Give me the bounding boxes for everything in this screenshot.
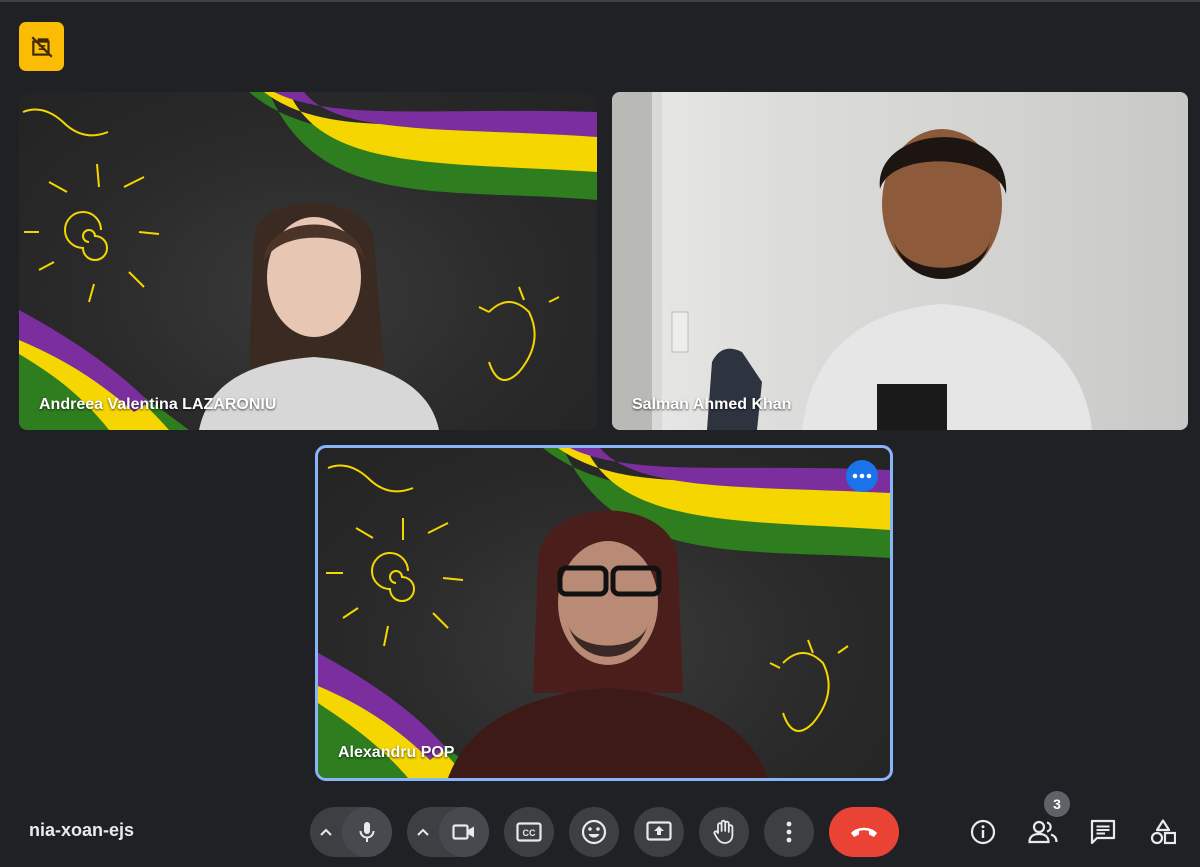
people-icon [1028, 820, 1058, 844]
no-recording-icon [30, 35, 53, 58]
info-icon [970, 819, 996, 845]
chat-icon [1090, 819, 1116, 845]
microphone-control [310, 807, 392, 857]
leave-call-button[interactable] [829, 807, 899, 857]
captions-icon: CC [516, 822, 542, 842]
participant-video [448, 510, 768, 778]
chevron-up-icon [417, 828, 429, 836]
camera-button[interactable] [439, 807, 489, 857]
activities-icon [1150, 819, 1176, 845]
microphone-icon [359, 822, 375, 842]
participant-tile-3[interactable]: Alexandru POP [315, 445, 893, 781]
more-horizontal-icon [852, 473, 872, 479]
present-button[interactable] [634, 807, 684, 857]
participant-video [199, 202, 439, 430]
participant-name: Salman Ahmed Khan [632, 396, 792, 413]
meeting-details-button[interactable] [963, 812, 1003, 852]
window-top-border [0, 0, 1200, 2]
camera-icon [452, 824, 474, 840]
video-settings-button[interactable] [407, 807, 439, 857]
raise-hand-button[interactable] [699, 807, 749, 857]
raise-hand-icon [713, 819, 734, 844]
reactions-button[interactable] [569, 807, 619, 857]
activities-button[interactable] [1143, 812, 1183, 852]
participant-count-badge: 3 [1044, 791, 1070, 817]
participant-tile-1[interactable]: Andreea Valentina LAZARONIU [19, 92, 597, 430]
captions-button[interactable]: CC [504, 807, 554, 857]
camera-control [407, 807, 489, 857]
recording-indicator[interactable] [19, 22, 64, 71]
participant-name: Andreea Valentina LAZARONIU [39, 396, 277, 413]
participant-video [802, 129, 1092, 430]
tile-options-button[interactable] [846, 460, 878, 492]
audio-settings-button[interactable] [310, 807, 342, 857]
participant-name: Alexandru POP [338, 744, 455, 761]
end-call-icon [851, 827, 877, 837]
svg-text:CC: CC [523, 828, 536, 838]
people-button[interactable] [1023, 812, 1063, 852]
participant-tile-2[interactable]: Salman Ahmed Khan [612, 92, 1188, 430]
emoji-icon [581, 819, 607, 845]
microphone-button[interactable] [342, 807, 392, 857]
present-icon [646, 821, 672, 841]
more-options-button[interactable] [764, 807, 814, 857]
more-vertical-icon [786, 821, 792, 843]
chat-button[interactable] [1083, 812, 1123, 852]
chevron-up-icon [320, 828, 332, 836]
meeting-code: nia-xoan-ejs [29, 820, 135, 840]
